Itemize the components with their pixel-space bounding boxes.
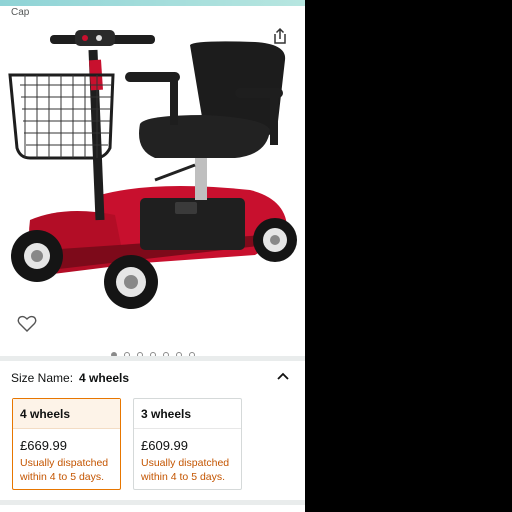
section-divider	[0, 500, 305, 505]
option-price: £609.99	[141, 438, 188, 453]
size-name-label: Size Name:	[11, 371, 74, 385]
product-image[interactable]	[5, 20, 301, 320]
size-name-value: 4 wheels	[79, 371, 130, 385]
image-gallery[interactable]	[0, 20, 305, 358]
size-option-3-wheels[interactable]: 3 wheels £609.99 Usually dispatched with…	[133, 398, 242, 490]
option-name: 3 wheels	[134, 399, 241, 429]
option-price: £669.99	[20, 438, 67, 453]
size-name-row: Size Name: 4 wheels	[11, 371, 296, 387]
chevron-up-icon	[277, 372, 289, 380]
option-name: 4 wheels	[13, 399, 120, 429]
breadcrumb[interactable]: Cap	[11, 7, 29, 18]
top-accent-strip	[0, 0, 305, 6]
option-dispatch: Usually dispatched within 4 to 5 days.	[141, 457, 230, 483]
option-dispatch: Usually dispatched within 4 to 5 days.	[20, 457, 109, 483]
collapse-button[interactable]	[275, 368, 291, 384]
size-option-4-wheels[interactable]: 4 wheels £669.99 Usually dispatched with…	[12, 398, 121, 490]
section-divider	[0, 356, 305, 361]
favorite-button[interactable]	[16, 314, 38, 334]
heart-icon	[17, 315, 37, 332]
product-page: Cap Size Name: 4 wheels 4 wheels £669.99…	[0, 0, 305, 512]
